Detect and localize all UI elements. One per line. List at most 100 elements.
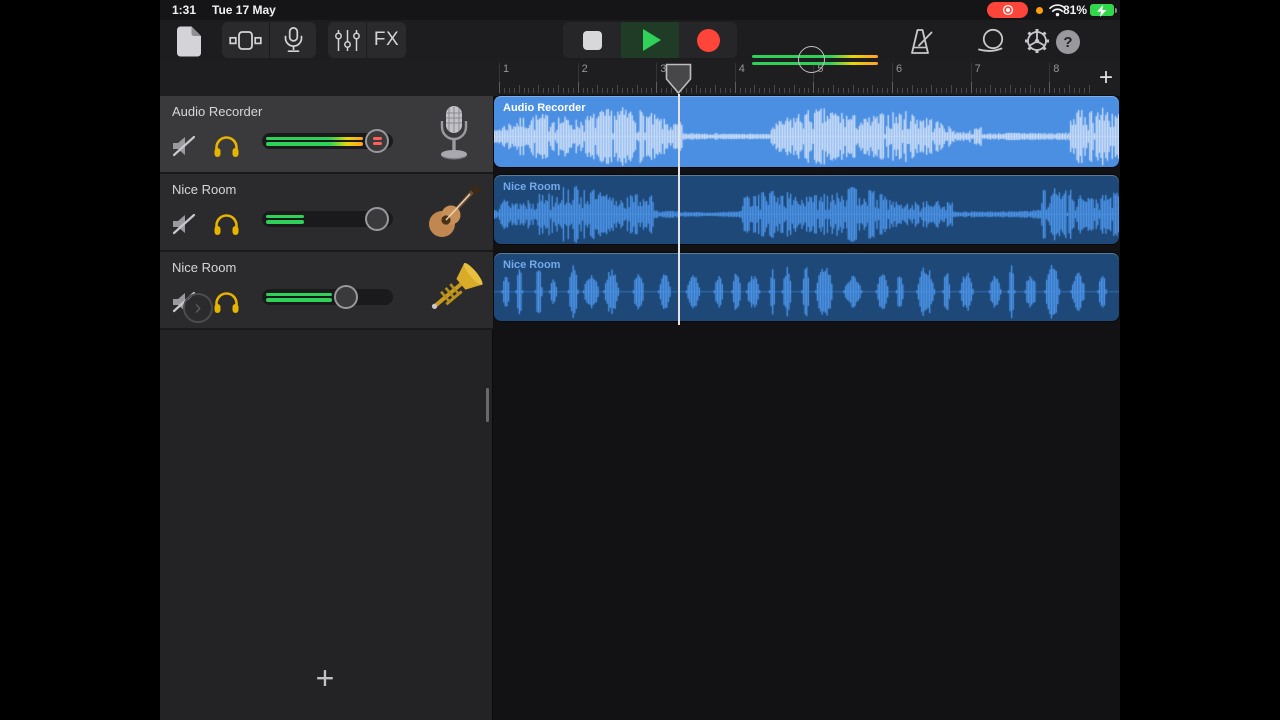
bar-number: 1: [503, 63, 510, 75]
ruler-tick: [1014, 88, 1016, 93]
level-meter: [266, 214, 304, 218]
metronome-button[interactable]: [902, 24, 938, 58]
sidebar-header-spacer: [160, 60, 493, 96]
status-bar: 1:31 Tue 17 May 81%: [160, 0, 1120, 20]
ruler-tick: [867, 88, 869, 93]
bar-number: 7: [974, 63, 981, 75]
record-button[interactable]: [679, 22, 737, 58]
bar-number: 6: [896, 63, 903, 75]
ruler-tick: [1034, 88, 1036, 93]
track-instrument-icon-well[interactable]: [415, 252, 493, 328]
garageband-app: 1:31 Tue 17 May 81% FX ? Audio Recorder …: [160, 0, 1120, 720]
loop-browser-button[interactable]: [974, 24, 1010, 58]
playhead-line: [678, 94, 680, 325]
region-nice-room-1[interactable]: Nice Room: [494, 175, 1119, 244]
ruler-tick: [587, 88, 589, 93]
add-track-button[interactable]: +: [307, 660, 343, 696]
track-volume-slider[interactable]: [262, 285, 393, 309]
ruler-tick: [621, 88, 623, 93]
battery-percent: 81%: [1063, 3, 1088, 17]
track-instrument-icon-well[interactable]: [415, 96, 493, 172]
region-audio-recorder[interactable]: Audio Recorder: [494, 96, 1119, 167]
volume-knob[interactable]: [365, 129, 389, 153]
solo-headphones-button[interactable]: [208, 284, 244, 320]
waveform: [494, 175, 1119, 244]
ruler-tick: [611, 88, 613, 93]
ruler-tick: [582, 88, 584, 93]
ruler-tick: [597, 85, 599, 93]
ruler-tick: [764, 88, 766, 93]
track-instrument-icon-well[interactable]: [415, 174, 493, 250]
ruler-tick: [729, 88, 731, 93]
ruler-tick: [833, 85, 835, 93]
solo-headphones-button[interactable]: [208, 206, 244, 242]
ruler-tick: [877, 88, 879, 93]
master-volume-slider[interactable]: [752, 42, 878, 78]
track-name: Nice Room: [172, 260, 237, 275]
ruler-tick: [960, 88, 962, 93]
master-volume-knob[interactable]: [798, 46, 825, 73]
loop-icon: [977, 28, 1003, 52]
help-button[interactable]: ?: [1054, 28, 1082, 56]
ruler-tick: [985, 88, 987, 93]
track-header-nice-room-guitar[interactable]: Nice Room: [160, 174, 493, 252]
ruler-tick: [518, 85, 520, 93]
headphones-icon: [214, 213, 238, 235]
track-header-audio-recorder[interactable]: Audio Recorder: [160, 96, 493, 174]
playhead-marker[interactable]: [665, 63, 692, 95]
instrument-input-button[interactable]: [270, 22, 316, 58]
play-button[interactable]: [621, 22, 679, 58]
ruler-add-bars-button[interactable]: +: [1093, 60, 1119, 96]
ruler-tick: [602, 88, 604, 93]
track-controls-button[interactable]: [328, 22, 366, 58]
ruler-tick: [572, 88, 574, 93]
mute-button[interactable]: [166, 206, 202, 242]
bar-number: 2: [581, 63, 588, 75]
ruler-tick: [803, 88, 805, 93]
track-header-nice-room-trumpet[interactable]: Nice Room ›: [160, 252, 493, 330]
my-songs-document-button[interactable]: [172, 24, 206, 58]
track-volume-slider[interactable]: [262, 129, 393, 153]
settings-button[interactable]: [1019, 24, 1055, 58]
speaker-muted-icon: [172, 135, 196, 157]
ruler-tick: [1009, 85, 1011, 93]
ruler-tick: [1078, 88, 1080, 93]
view-toggle-group: [222, 22, 316, 58]
waveform: [494, 96, 1119, 167]
ruler-tick: [906, 88, 908, 93]
fx-button[interactable]: FX: [367, 22, 406, 58]
speaker-muted-icon: [172, 213, 196, 235]
track-volume-slider[interactable]: [262, 207, 393, 231]
volume-knob[interactable]: [334, 285, 358, 309]
ruler-tick: [975, 88, 977, 93]
ruler-tick: [567, 88, 569, 93]
ruler-tick: [636, 85, 638, 93]
ruler-tick: [1024, 88, 1026, 93]
ruler-tick: [1029, 85, 1031, 93]
tracks-view-button[interactable]: [222, 22, 269, 58]
level-meter: [266, 292, 332, 296]
region-label: Nice Room: [503, 259, 561, 271]
ruler-tick: [503, 88, 505, 93]
solo-headphones-button[interactable]: [208, 128, 244, 164]
ruler-tick: [936, 88, 938, 93]
mute-button[interactable]: [166, 128, 202, 164]
vertical-scrollbar[interactable]: [486, 388, 489, 422]
volume-knob[interactable]: [365, 207, 389, 231]
ruler-tick: [1063, 88, 1065, 93]
ruler-tick: [592, 88, 594, 93]
screen-recording-indicator[interactable]: [987, 2, 1028, 18]
region-nice-room-2[interactable]: Nice Room: [494, 253, 1119, 321]
metronome-icon: [911, 28, 933, 54]
ruler-tick: [950, 85, 952, 93]
ruler-tick: [901, 88, 903, 93]
volume-groove: [262, 289, 393, 305]
ruler-tick: [823, 88, 825, 93]
headphones-icon: [214, 291, 238, 313]
ruler-tick: [779, 88, 780, 93]
ruler-tick: [995, 88, 997, 93]
ruler-tick: [1019, 88, 1021, 93]
ruler-tick: [980, 88, 982, 93]
ruler-tick: [1054, 88, 1056, 93]
stop-button[interactable]: [563, 22, 621, 58]
